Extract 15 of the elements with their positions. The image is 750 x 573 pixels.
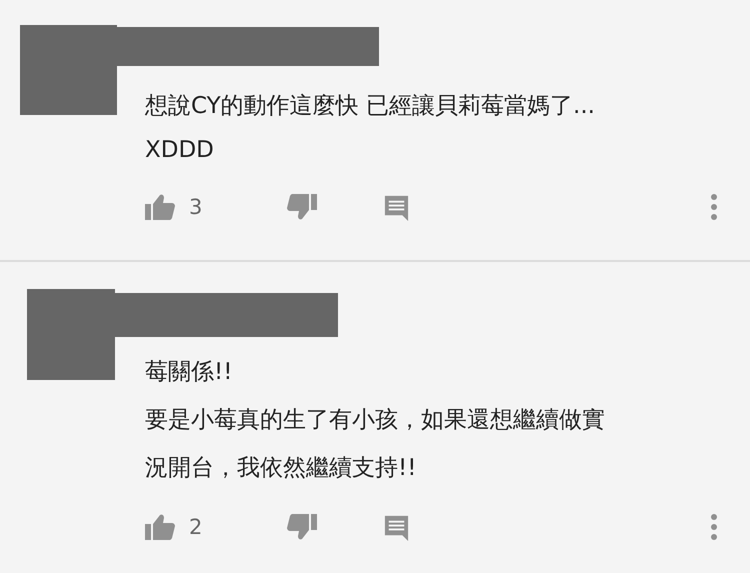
- comment-icon[interactable]: [383, 194, 410, 220]
- comment-text: 想說CY的動作這麼快 已經讓貝莉莓當媽了...: [145, 92, 595, 121]
- thumbs-down-icon[interactable]: [287, 514, 317, 540]
- like-count: 2: [189, 515, 204, 539]
- comment-text: 莓關係!!: [145, 358, 232, 387]
- thumbs-up-icon[interactable]: [145, 514, 175, 540]
- comment-icon[interactable]: [383, 514, 410, 540]
- comment-text: XDDD: [145, 136, 214, 165]
- thumbs-up-icon[interactable]: [145, 194, 175, 220]
- more-options-icon[interactable]: [710, 194, 718, 220]
- comment-text: 要是小莓真的生了有小孩，如果還想繼續做實: [145, 406, 605, 435]
- like-count: 3: [189, 195, 204, 219]
- thumbs-down-icon[interactable]: [287, 194, 317, 220]
- more-options-icon[interactable]: [710, 514, 718, 540]
- comment-text: 況開台，我依然繼續支持!!: [145, 454, 416, 483]
